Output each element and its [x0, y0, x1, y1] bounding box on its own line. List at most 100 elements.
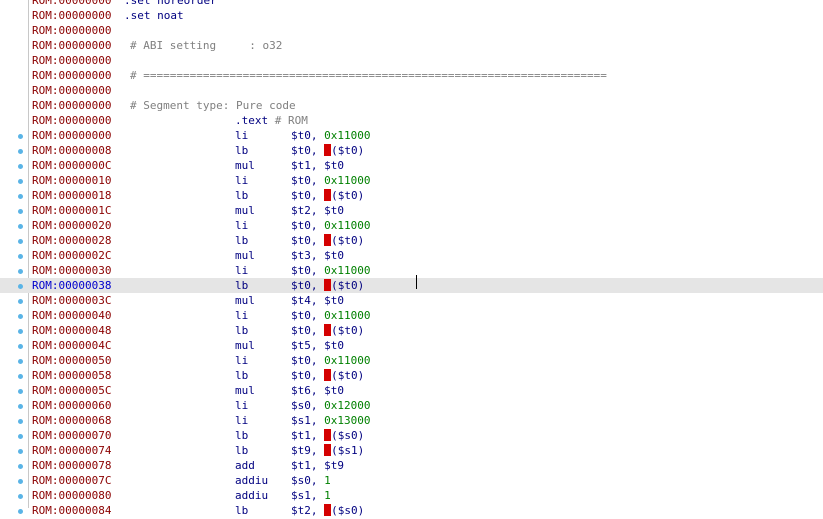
mnemonic[interactable]: li [235, 218, 248, 233]
breakpoint-dot-icon[interactable] [18, 509, 23, 514]
instruction-row[interactable]: ROM:0000000C mul $t1, $t0 [0, 158, 823, 173]
operands[interactable]: $t4, $t0 [291, 293, 344, 308]
address-label[interactable]: ROM:00000050 [32, 353, 111, 368]
listing-row[interactable]: ROM:00000000 # Segment type: Pure code [0, 98, 823, 113]
mnemonic[interactable]: addiu [235, 488, 268, 503]
address-label[interactable]: ROM:00000038 [32, 278, 111, 293]
breakpoint-dot-icon[interactable] [18, 179, 23, 184]
mnemonic[interactable]: li [235, 308, 248, 323]
address-label[interactable]: ROM:00000000 [32, 83, 111, 98]
breakpoint-dot-icon[interactable] [18, 164, 23, 169]
mnemonic[interactable]: lb [235, 278, 248, 293]
operands[interactable]: $t0, 0x11000 [291, 353, 370, 368]
instruction-row[interactable]: ROM:0000004C mul $t5, $t0 [0, 338, 823, 353]
address-label[interactable]: ROM:0000004C [32, 338, 111, 353]
mnemonic[interactable]: lb [235, 188, 248, 203]
address-label[interactable]: ROM:00000080 [32, 488, 111, 503]
instruction-row[interactable]: ROM:0000007C addiu $s0, 1 [0, 473, 823, 488]
mnemonic[interactable]: li [235, 173, 248, 188]
offset-marker[interactable]: 0 [324, 504, 332, 518]
mnemonic[interactable]: mul [235, 293, 255, 308]
address-label[interactable]: ROM:00000020 [32, 218, 111, 233]
immediate-value[interactable]: 1 [324, 474, 331, 487]
operands[interactable]: $t1, 0($s0) [291, 428, 364, 443]
mnemonic[interactable]: li [235, 413, 248, 428]
instruction-row[interactable]: ROM:00000030 li $t0, 0x11000 [0, 263, 823, 278]
address-label[interactable]: ROM:00000068 [32, 413, 111, 428]
address-label[interactable]: ROM:00000070 [32, 428, 111, 443]
address-label[interactable]: ROM:00000000 [32, 113, 111, 128]
address-label[interactable]: ROM:00000000 [32, 128, 111, 143]
operands[interactable]: $t0, 0x11000 [291, 128, 370, 143]
mnemonic[interactable]: li [235, 398, 248, 413]
address-label[interactable]: ROM:00000008 [32, 143, 111, 158]
immediate-value[interactable]: 0x11000 [324, 264, 370, 277]
instruction-row[interactable]: ROM:00000040 li $t0, 0x11000 [0, 308, 823, 323]
mnemonic[interactable]: lb [235, 443, 248, 458]
breakpoint-dot-icon[interactable] [18, 404, 23, 409]
breakpoint-dot-icon[interactable] [18, 329, 23, 334]
breakpoint-dot-icon[interactable] [18, 449, 23, 454]
address-label[interactable]: ROM:00000058 [32, 368, 111, 383]
operands[interactable]: $t0, 1($t0) [291, 188, 364, 203]
breakpoint-dot-icon[interactable] [18, 149, 23, 154]
instruction-row[interactable]: ROM:00000074 lb $t9, 0($s1) [0, 443, 823, 458]
operands[interactable]: $t0, 0($t0) [291, 143, 364, 158]
address-label[interactable]: ROM:00000030 [32, 263, 111, 278]
breakpoint-dot-icon[interactable] [18, 194, 23, 199]
mnemonic[interactable]: add [235, 458, 255, 473]
instruction-row[interactable]: ROM:00000078 add $t1, $t9 [0, 458, 823, 473]
operands[interactable]: $t0, 0x11000 [291, 173, 370, 188]
mnemonic[interactable]: addiu [235, 473, 268, 488]
offset-marker[interactable]: 5 [324, 369, 332, 383]
operands[interactable]: $t0, 0x11000 [291, 263, 370, 278]
operands[interactable]: $t2, 0($s0) [291, 503, 364, 518]
breakpoint-dot-icon[interactable] [18, 284, 23, 289]
breakpoint-dot-icon[interactable] [18, 269, 23, 274]
listing-row[interactable]: ROM:00000000 .text # ROM [0, 113, 823, 128]
mnemonic[interactable]: mul [235, 338, 255, 353]
operands[interactable]: $t6, $t0 [291, 383, 344, 398]
immediate-value[interactable]: 0x11000 [324, 354, 370, 367]
operands[interactable]: $t0, 4($t0) [291, 323, 364, 338]
mnemonic[interactable]: lb [235, 143, 248, 158]
address-label[interactable]: ROM:00000040 [32, 308, 111, 323]
instruction-row[interactable]: ROM:0000005C mul $t6, $t0 [0, 383, 823, 398]
address-label[interactable]: ROM:0000002C [32, 248, 111, 263]
operands[interactable]: $t0, 0x11000 [291, 218, 370, 233]
mnemonic[interactable]: mul [235, 158, 255, 173]
instruction-row[interactable]: ROM:00000010 li $t0, 0x11000 [0, 173, 823, 188]
mnemonic[interactable]: li [235, 353, 248, 368]
address-label[interactable]: ROM:0000003C [32, 293, 111, 308]
disassembly-listing[interactable]: ROM:00000000 .set noreorder ROM:00000000 .s… [0, 0, 823, 518]
operands[interactable]: $t1, $t9 [291, 458, 344, 473]
listing-row[interactable]: ROM:00000000 [0, 83, 823, 98]
operands[interactable]: $t0, 3($t0) [291, 278, 364, 293]
mnemonic[interactable]: lb [235, 368, 248, 383]
breakpoint-dot-icon[interactable] [18, 494, 23, 499]
instruction-row[interactable]: ROM:0000001C mul $t2, $t0 [0, 203, 823, 218]
address-label[interactable]: ROM:00000074 [32, 443, 111, 458]
breakpoint-dot-icon[interactable] [18, 419, 23, 424]
operands[interactable]: $s1, 1 [291, 488, 331, 503]
breakpoint-dot-icon[interactable] [18, 389, 23, 394]
offset-marker[interactable]: 3 [324, 279, 332, 293]
address-label[interactable]: ROM:0000001C [32, 203, 111, 218]
operands[interactable]: $t0, 2($t0) [291, 233, 364, 248]
mnemonic[interactable]: mul [235, 248, 255, 263]
operands[interactable]: $s0, 1 [291, 473, 331, 488]
breakpoint-dot-icon[interactable] [18, 209, 23, 214]
address-label[interactable]: ROM:00000018 [32, 188, 111, 203]
instruction-row[interactable]: ROM:00000058 lb $t0, 5($t0) [0, 368, 823, 383]
address-label[interactable]: ROM:00000000 [32, 68, 111, 83]
operands[interactable]: $s0, 0x12000 [291, 398, 370, 413]
instruction-row[interactable]: ROM:00000060 li $s0, 0x12000 [0, 398, 823, 413]
listing-row[interactable]: ROM:00000000 [0, 23, 823, 38]
mnemonic[interactable]: lb [235, 233, 248, 248]
instruction-row[interactable]: ROM:00000084 lb $t2, 0($s0) [0, 503, 823, 518]
offset-marker[interactable]: 1 [324, 189, 332, 203]
breakpoint-dot-icon[interactable] [18, 299, 23, 304]
address-label[interactable]: ROM:00000048 [32, 323, 111, 338]
instruction-row[interactable]: ROM:00000028 lb $t0, 2($t0) [0, 233, 823, 248]
instruction-row[interactable]: ROM:00000070 lb $t1, 0($s0) [0, 428, 823, 443]
